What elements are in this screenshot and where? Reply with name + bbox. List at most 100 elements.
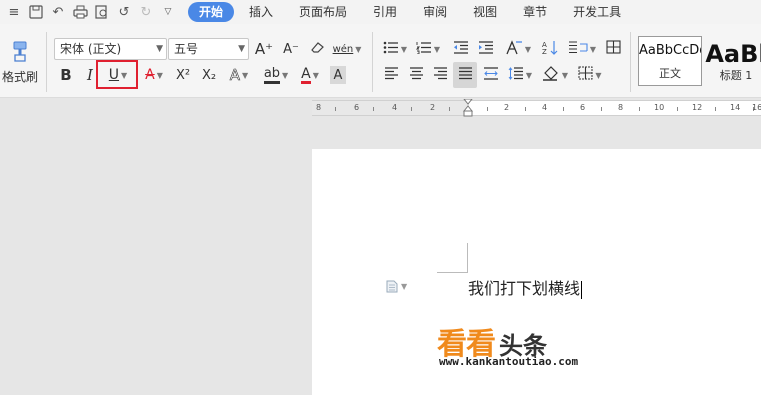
- text-caret: [581, 280, 583, 299]
- shrink-font-icon: A⁻: [283, 41, 299, 57]
- tab-page-layout[interactable]: 页面布局: [286, 2, 360, 22]
- tab-review[interactable]: 审阅: [410, 2, 460, 22]
- paragraph-handle-icon[interactable]: ▼: [386, 279, 410, 293]
- margin-corner-mark: [437, 272, 468, 273]
- ruler-tick: [639, 107, 640, 111]
- ruler-label: 14: [730, 103, 741, 112]
- bold-button[interactable]: B: [56, 64, 76, 86]
- undo-icon[interactable]: ↺: [116, 4, 132, 20]
- font-name-select[interactable]: 宋体 (正文) ▼: [54, 38, 167, 60]
- show-marks-button[interactable]: ▼: [566, 38, 598, 60]
- align-left-button[interactable]: [381, 64, 401, 86]
- save-icon[interactable]: [28, 4, 44, 20]
- chevron-down-icon: ▼: [589, 44, 597, 54]
- ruler-label: 6: [580, 103, 586, 112]
- font-name-value: 宋体 (正文): [60, 42, 122, 56]
- tab-insert[interactable]: 插入: [236, 2, 286, 22]
- paint-bucket-icon: [542, 65, 560, 85]
- ruler-tick: [411, 107, 412, 111]
- style-heading-1[interactable]: AaBl 标题 1: [704, 36, 761, 86]
- grow-font-icon: A⁺: [254, 40, 274, 58]
- customize-icon[interactable]: ▽: [160, 4, 176, 20]
- chevron-down-icon: ▼: [561, 70, 569, 80]
- indent-marker[interactable]: [462, 98, 474, 117]
- svg-text:Z: Z: [542, 48, 547, 55]
- ruler-tick: [563, 107, 564, 111]
- borders-button[interactable]: ▼: [576, 64, 604, 86]
- document-page[interactable]: ▼ 我们打下划横线 看看 头条 www.kankantoutiao.com: [312, 149, 761, 395]
- style-preview: AaBbCcDd: [639, 43, 701, 58]
- increase-indent-button[interactable]: [476, 38, 496, 60]
- numbered-list-button[interactable]: ▼: [414, 38, 442, 60]
- menu-icon[interactable]: ≡: [6, 4, 22, 20]
- horizontal-ruler[interactable]: 8 6 4 2 2 4 6 8 10 12 14 16: [312, 98, 761, 117]
- strikethrough-button[interactable]: A ▼: [140, 64, 168, 86]
- style-name: 标题 1: [719, 69, 753, 82]
- chevron-down-icon: ▼: [156, 70, 163, 80]
- font-color-button[interactable]: A ▼: [296, 64, 324, 86]
- tab-references[interactable]: 引用: [360, 2, 410, 22]
- chinese-layout-button[interactable]: ▼: [503, 38, 533, 60]
- table-grid-button[interactable]: [603, 38, 623, 60]
- tab-section[interactable]: 章节: [510, 2, 560, 22]
- highlight-box: [96, 60, 138, 89]
- numbered-list-icon: [415, 41, 432, 58]
- highlighter-icon: ab: [263, 66, 281, 84]
- align-right-button[interactable]: [430, 64, 450, 86]
- sort-button[interactable]: AZ: [540, 38, 560, 60]
- bullet-list-icon: [383, 41, 399, 58]
- ruler-tick: [487, 107, 488, 111]
- font-color-icon: A: [301, 65, 311, 84]
- bullet-list-button[interactable]: ▼: [381, 38, 409, 60]
- distribute-icon: [483, 66, 499, 84]
- align-left-icon: [384, 66, 399, 84]
- document-text[interactable]: 我们打下划横线: [468, 275, 583, 299]
- line-spacing-icon: [508, 66, 524, 84]
- tab-developer[interactable]: 开发工具: [560, 2, 634, 22]
- chevron-down-icon: ▼: [525, 70, 533, 80]
- ruler-label: 2: [430, 103, 436, 112]
- char-shading-button[interactable]: A: [330, 66, 346, 84]
- line-spacing-button[interactable]: ▼: [506, 64, 534, 86]
- print-preview-icon[interactable]: [94, 4, 110, 20]
- subscript-button[interactable]: X₂: [198, 64, 220, 86]
- ruler-tick: [525, 107, 526, 111]
- undo-history-icon[interactable]: ↶: [50, 4, 66, 20]
- font-size-select[interactable]: 五号 ▼: [168, 38, 249, 60]
- format-painter-label: 格式刷: [1, 70, 38, 84]
- chevron-down-icon: ▼: [524, 44, 532, 54]
- ruler-label: 8: [618, 103, 624, 112]
- align-center-button[interactable]: [406, 64, 426, 86]
- pinyin-button[interactable]: wén ▼: [333, 38, 362, 60]
- style-normal[interactable]: AaBbCcDd 正文: [638, 36, 702, 86]
- ruler-label: 12: [692, 103, 703, 112]
- paragraph-marks-icon: [568, 40, 588, 58]
- divider: [46, 32, 47, 92]
- chevron-down-icon: ▼: [282, 70, 289, 80]
- divider: [630, 32, 631, 92]
- format-painter-button[interactable]: 格式刷: [0, 34, 40, 92]
- clear-format-button[interactable]: [308, 38, 328, 60]
- chevron-down-icon: ▼: [595, 70, 602, 80]
- highlight-color-button[interactable]: ab ▼: [261, 64, 291, 86]
- redo-icon[interactable]: ↻: [138, 4, 154, 20]
- decrease-indent-icon: [453, 40, 469, 58]
- text-effect-button[interactable]: A ▼: [225, 64, 253, 86]
- quick-access-toolbar: ≡ ↶ ↺ ↻ ▽: [0, 0, 176, 24]
- justify-button[interactable]: [453, 62, 477, 88]
- decrease-indent-button[interactable]: [451, 38, 471, 60]
- tab-view[interactable]: 视图: [460, 2, 510, 22]
- grow-font-button[interactable]: A⁺: [254, 38, 274, 60]
- chevron-down-icon: ▼: [400, 44, 408, 54]
- distribute-button[interactable]: [480, 64, 502, 86]
- superscript-button[interactable]: X²: [172, 64, 194, 86]
- shrink-font-button[interactable]: A⁻: [281, 38, 301, 60]
- ruler-tick: [449, 107, 450, 111]
- print-icon[interactable]: [72, 4, 88, 20]
- tab-home[interactable]: 开始: [188, 2, 235, 22]
- sort-icon: AZ: [542, 40, 558, 59]
- chevron-down-icon: ▼: [433, 44, 441, 54]
- text-effect-icon: A: [229, 66, 241, 85]
- shading-button[interactable]: ▼: [540, 64, 570, 86]
- ruler-label: 16: [752, 103, 761, 112]
